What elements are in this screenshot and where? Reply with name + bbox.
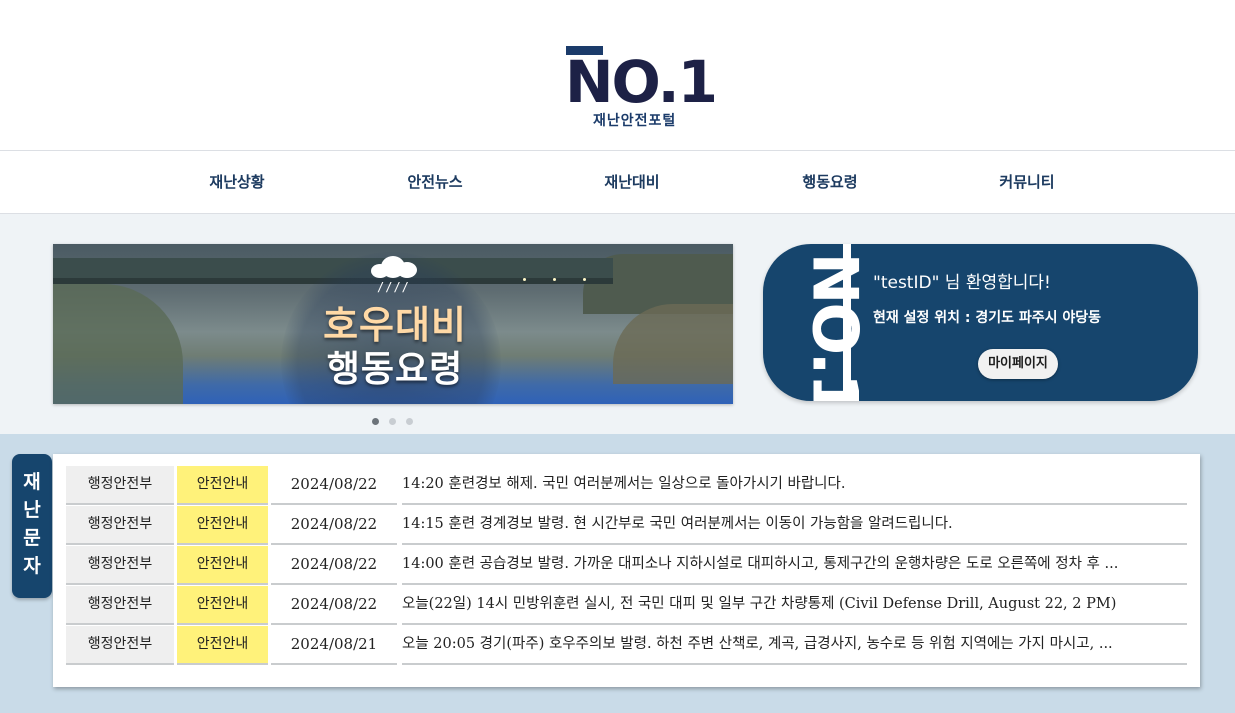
- mypage-button[interactable]: 마이페이지: [978, 349, 1058, 379]
- message-date: 2024/08/21: [271, 626, 397, 665]
- banner-light: [553, 278, 556, 281]
- banner-bank-right: [613, 304, 733, 384]
- message-text[interactable]: 오늘 20:05 경기(파주) 호우주의보 발령. 하천 주변 산책로, 계곡,…: [402, 626, 1187, 665]
- nav-item-action-guide[interactable]: 행동요령: [760, 151, 900, 213]
- welcome-greeting: "testID" 님 환영합니다!: [873, 273, 1051, 293]
- message-date: 2024/08/22: [271, 466, 397, 505]
- welcome-card: NO.1 "testID" 님 환영합니다! 현재 설정 위치 : 경기도 파주…: [763, 244, 1198, 401]
- message-date: 2024/08/22: [271, 586, 397, 625]
- message-source: 행정안전부: [66, 466, 174, 505]
- disaster-message-list: 행정안전부 안전안내 2024/08/22 14:20 훈련경보 해제. 국민 …: [53, 454, 1200, 687]
- message-text[interactable]: 14:00 훈련 공습경보 발령. 가까운 대피소나 지하시설로 대피하시고, …: [402, 546, 1187, 585]
- message-source: 행정안전부: [66, 546, 174, 585]
- list-item[interactable]: 행정안전부 안전안내 2024/08/22 14:20 훈련경보 해제. 국민 …: [66, 466, 1187, 505]
- current-location: 현재 설정 위치 : 경기도 파주시 야당동: [873, 310, 1102, 326]
- nav-item-community[interactable]: 커뮤니티: [957, 151, 1097, 213]
- nav-item-safety-news[interactable]: 안전뉴스: [365, 151, 505, 213]
- message-date: 2024/08/22: [271, 546, 397, 585]
- banner-light: [583, 278, 586, 281]
- disaster-message-tab: 재 난 문 자: [12, 454, 52, 598]
- message-date: 2024/08/22: [271, 506, 397, 545]
- disaster-message-section: 재 난 문 자 행정안전부 안전안내 2024/08/22 14:20 훈련경보…: [0, 434, 1235, 713]
- site-logo[interactable]: NO.1 재난안전포털: [565, 46, 718, 130]
- hero-section: //// 호우대비 행동요령 NO.1 "testID" 님 환영합니다! 현재…: [0, 214, 1235, 434]
- list-item[interactable]: 행정안전부 안전안내 2024/08/22 14:15 훈련 경계경보 발령. …: [66, 506, 1187, 545]
- message-tag: 안전안내: [177, 626, 268, 665]
- message-tag: 안전안내: [177, 546, 268, 585]
- vertical-logo: NO.1: [798, 252, 872, 402]
- message-source: 행정안전부: [66, 586, 174, 625]
- banner-subtitle: 행동요령: [326, 349, 464, 390]
- nav-item-disaster-prep[interactable]: 재난대비: [562, 151, 702, 213]
- logo-subtitle: 재난안전포털: [593, 113, 677, 129]
- carousel-dot-3[interactable]: [406, 418, 413, 425]
- message-tag: 안전안내: [177, 586, 268, 625]
- message-text[interactable]: 14:20 훈련경보 해제. 국민 여러분께서는 일상으로 돌아가시기 바랍니다…: [402, 466, 1187, 505]
- nav-item-disaster-status[interactable]: 재난상황: [167, 151, 307, 213]
- banner-bank-left: [53, 284, 183, 404]
- message-source: 행정안전부: [66, 506, 174, 545]
- carousel-dots: [372, 418, 416, 426]
- rain-icon: ////: [377, 280, 410, 294]
- disaster-message-tab-label: 재 난 문 자: [23, 471, 41, 577]
- carousel-dot-2[interactable]: [389, 418, 396, 425]
- message-text[interactable]: 14:15 훈련 경계경보 발령. 현 시간부로 국민 여러분께서는 이동이 가…: [402, 506, 1187, 545]
- message-tag: 안전안내: [177, 466, 268, 505]
- main-nav: 재난상황 안전뉴스 재난대비 행동요령 커뮤니티: [0, 151, 1235, 214]
- message-tag: 안전안내: [177, 506, 268, 545]
- message-source: 행정안전부: [66, 626, 174, 665]
- hero-banner[interactable]: //// 호우대비 행동요령: [53, 244, 733, 404]
- logo-mark: NO.1: [565, 48, 718, 116]
- list-item[interactable]: 행정안전부 안전안내 2024/08/22 오늘(22일) 14시 민방위훈련 …: [66, 586, 1187, 625]
- cloud-icon: [371, 256, 417, 278]
- list-item[interactable]: 행정안전부 안전안내 2024/08/22 14:00 훈련 공습경보 발령. …: [66, 546, 1187, 585]
- banner-light: [523, 278, 526, 281]
- list-item[interactable]: 행정안전부 안전안내 2024/08/21 오늘 20:05 경기(파주) 호우…: [66, 626, 1187, 665]
- site-header: NO.1 재난안전포털: [0, 0, 1235, 151]
- card-divider: [843, 244, 851, 401]
- carousel-dot-1[interactable]: [372, 418, 379, 425]
- message-text[interactable]: 오늘(22일) 14시 민방위훈련 실시, 전 국민 대피 및 일부 구간 차량…: [402, 586, 1187, 625]
